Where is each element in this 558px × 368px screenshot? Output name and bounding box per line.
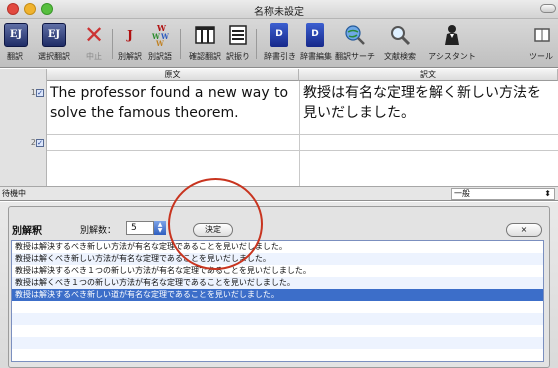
list-item[interactable]: 教授は解くべき１つの新しい方法が有名な定理であることを見いだしました。 [12, 277, 543, 289]
lines-icon [226, 23, 250, 47]
globe-search-icon [343, 23, 367, 47]
list-item-empty [12, 301, 543, 313]
updown-arrow-icon: ⬍ [544, 189, 551, 198]
row-number-1[interactable]: 1✓ [0, 88, 47, 97]
translation-line: 教授は有名な定理を解く新しい方法を [303, 85, 541, 101]
selection-translate-label: 選択翻訳 [38, 52, 70, 61]
dictionary-edit-button[interactable]: D 辞書編集 [300, 23, 332, 62]
status-text: 待機中 [2, 189, 26, 198]
toolbar-toggle-button[interactable] [540, 4, 556, 13]
row-divider [47, 134, 558, 135]
alt-translation-icon: J [127, 28, 133, 42]
dictionary-icon: D [270, 23, 288, 47]
stop-label: 中止 [86, 52, 102, 61]
alt-translation-button[interactable]: J 別解訳 [116, 23, 144, 62]
row-number-2[interactable]: 2✓ [0, 138, 47, 147]
row-checkbox-icon[interactable]: ✓ [36, 139, 44, 147]
source-line: The professor found a new way to [50, 85, 289, 101]
tools-icon [529, 23, 553, 47]
text-search-button[interactable]: 文献検索 [380, 23, 420, 62]
list-item-empty [12, 337, 543, 349]
translate-button[interactable]: EJ 翻訳 [4, 23, 28, 62]
dictionary-lookup-button[interactable]: D 辞書引き [264, 23, 296, 62]
stop-button[interactable]: ✕ 中止 [82, 23, 106, 62]
text-search-label: 文献検索 [384, 52, 416, 61]
assistant-icon [440, 23, 464, 47]
alt-words-icon: W W W W [148, 23, 172, 48]
source-line: solve the famous theorem. [50, 105, 239, 121]
alt-translation-label: 別解訳 [118, 52, 142, 61]
tools-label: ツール [529, 52, 553, 61]
list-item[interactable]: 教授は解くべき新しい方法が有名な定理であることを見いだしました。 [12, 253, 543, 265]
highlight-annotation-circle [168, 178, 263, 270]
row-checkbox-icon[interactable]: ✓ [36, 89, 44, 97]
wrap-label: 訳振り [226, 52, 250, 61]
toolbar: EJ 翻訳 EJ 選択翻訳 ✕ 中止 J 別解訳 W W W W 別訳語 確認翻… [0, 19, 558, 68]
list-item-selected[interactable]: 教授は解決するべき新しい道が有名な定理であることを見いだしました。 [12, 289, 543, 301]
dictionary-edit-label: 辞書編集 [300, 52, 332, 61]
selection-translate-button[interactable]: EJ 選択翻訳 [34, 23, 74, 62]
assistant-label: アシスタント [428, 52, 476, 61]
window-title: 名称未設定 [254, 7, 304, 18]
list-item-empty [12, 313, 543, 325]
status-bar: 待機中 一般 ⬍ [0, 186, 558, 201]
wrap-button[interactable]: 訳振り [224, 23, 252, 62]
svg-text:W: W [155, 39, 164, 47]
list-item-empty [12, 325, 543, 337]
confirm-translate-button[interactable]: 確認翻訳 [188, 23, 222, 62]
translation-cell-1[interactable]: 教授は有名な定理を解く新しい方法を 見いだしました。 [303, 83, 556, 123]
source-column-header[interactable]: 原文 [47, 69, 299, 81]
tools-button[interactable]: ツール [526, 23, 556, 62]
dictionary-mode-select[interactable]: 一般 ⬍ [451, 188, 555, 200]
magnifier-icon [388, 23, 412, 47]
alt-panel-title: 別解釈 [12, 226, 42, 237]
dictionary-mode-value: 一般 [454, 189, 470, 198]
title-bar: 名称未設定 [0, 0, 558, 19]
close-panel-button[interactable]: × [506, 223, 542, 237]
row-gutter [0, 69, 47, 186]
source-cell-1[interactable]: The professor found a new way to solve t… [50, 83, 298, 123]
dictionary-lookup-label: 辞書引き [264, 52, 296, 61]
list-item[interactable]: 教授は解決するべき１つの新しい方法が有名な定理であることを見いだしました。 [12, 265, 543, 277]
alt-words-button[interactable]: W W W W 別訳語 [146, 23, 174, 62]
alt-translation-list[interactable]: 教授は解決するべき新しい方法が有名な定理であることを見いだしました。 教授は解く… [11, 240, 544, 362]
stop-x-icon: ✕ [83, 21, 105, 49]
translation-column-header[interactable]: 訳文 [299, 69, 558, 81]
translation-search-button[interactable]: 翻訳サーチ [334, 23, 376, 62]
ej-icon: EJ [4, 23, 28, 47]
alt-count-label: 別解数： [80, 226, 117, 236]
columns-icon [193, 23, 217, 47]
alt-count-value: 5 [131, 223, 137, 233]
translate-label: 翻訳 [7, 52, 23, 61]
alt-count-stepper-icon[interactable]: ▲ ▼ [153, 221, 166, 235]
assistant-button[interactable]: アシスタント [424, 23, 480, 62]
row-divider [47, 150, 558, 151]
translation-search-label: 翻訳サーチ [335, 52, 375, 61]
alt-words-label: 別訳語 [148, 52, 172, 61]
dictionary-edit-icon: D [306, 23, 324, 47]
ej-selection-icon: EJ [42, 23, 66, 47]
list-item[interactable]: 教授は解決するべき新しい方法が有名な定理であることを見いだしました。 [12, 241, 543, 253]
confirm-translate-label: 確認翻訳 [189, 52, 221, 61]
translation-line: 見いだしました。 [303, 105, 415, 121]
